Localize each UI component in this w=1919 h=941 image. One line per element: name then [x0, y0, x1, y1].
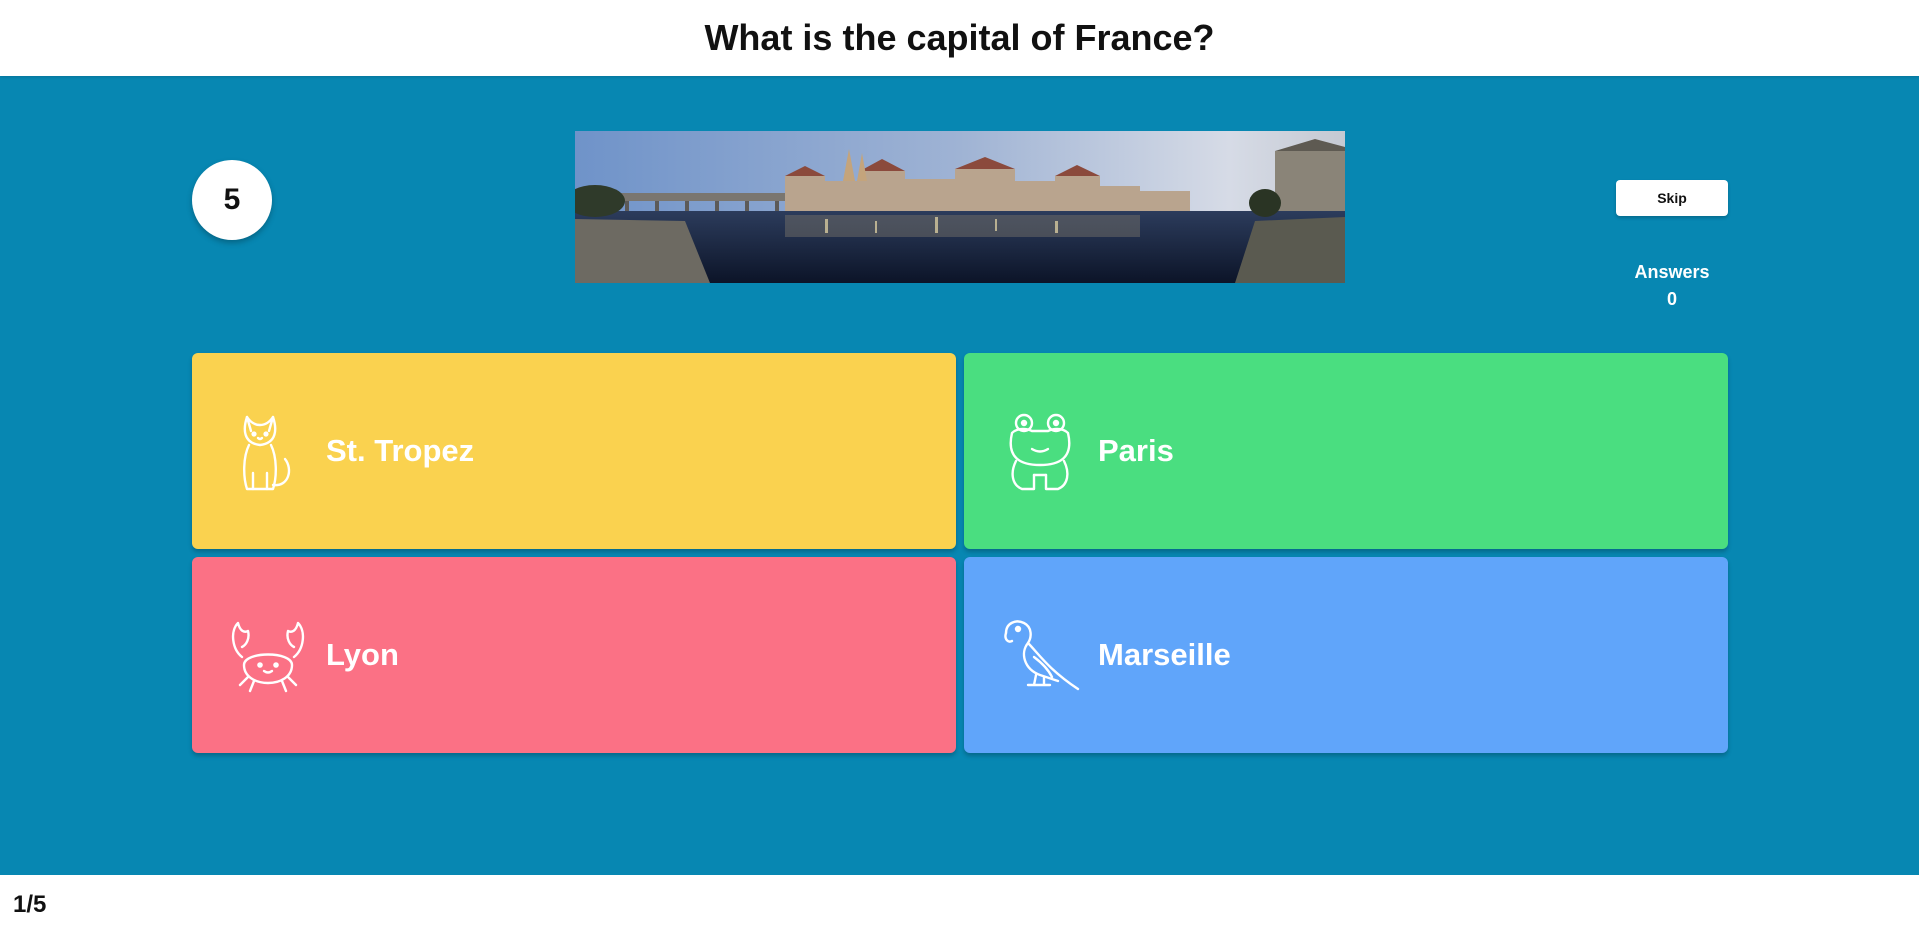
cat-icon: [226, 409, 310, 493]
skip-button[interactable]: Skip: [1616, 180, 1728, 216]
parrot-icon: [998, 613, 1082, 697]
answer-option-label: Paris: [1098, 433, 1174, 468]
question-title: What is the capital of France?: [704, 17, 1215, 58]
answer-option-label: Marseille: [1098, 637, 1231, 672]
city-panorama-image: [575, 131, 1345, 283]
answer-option-marseille[interactable]: Marseille: [964, 557, 1728, 753]
countdown-timer: 5: [192, 160, 272, 240]
answer-option-label: Lyon: [326, 637, 399, 672]
answers-counter: Answers 0: [1616, 258, 1728, 312]
question-header: What is the capital of France?: [0, 0, 1919, 76]
question-progress: 1/5: [13, 891, 47, 918]
answer-option-label: St. Tropez: [326, 433, 475, 468]
answers-label: Answers: [1634, 262, 1710, 282]
question-image: [575, 131, 1345, 283]
answer-option-st-tropez[interactable]: St. Tropez: [192, 353, 956, 549]
answers-count: 0: [1666, 289, 1677, 309]
crab-icon: [226, 613, 310, 697]
answer-option-paris[interactable]: Paris: [964, 353, 1728, 549]
quiz-footer: 1/5: [0, 875, 1919, 941]
answer-option-lyon[interactable]: Lyon: [192, 557, 956, 753]
frog-icon: [998, 409, 1082, 493]
